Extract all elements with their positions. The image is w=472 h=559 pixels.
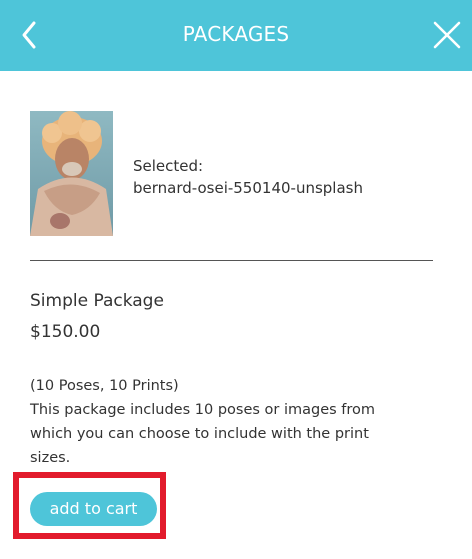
- page-title: PACKAGES: [182, 22, 290, 46]
- selected-filename: bernard-osei-550140-unsplash: [133, 179, 363, 197]
- selected-photo-thumbnail: [30, 111, 113, 236]
- close-button[interactable]: [430, 17, 464, 53]
- package-summary: (10 Poses, 10 Prints): [30, 378, 179, 394]
- package-description: This package includes 10 poses or images…: [30, 402, 376, 466]
- package-name: Simple Package: [30, 291, 164, 311]
- selected-label: Selected:: [133, 157, 204, 175]
- close-icon: [433, 21, 461, 49]
- header-bar: PACKAGES: [0, 0, 472, 71]
- divider: [30, 260, 433, 261]
- package-price: $150.00: [30, 322, 101, 342]
- packages-panel: PACKAGES Selected: bernard-osei-550140-u…: [0, 0, 472, 559]
- add-to-cart-button[interactable]: add to cart: [30, 492, 157, 526]
